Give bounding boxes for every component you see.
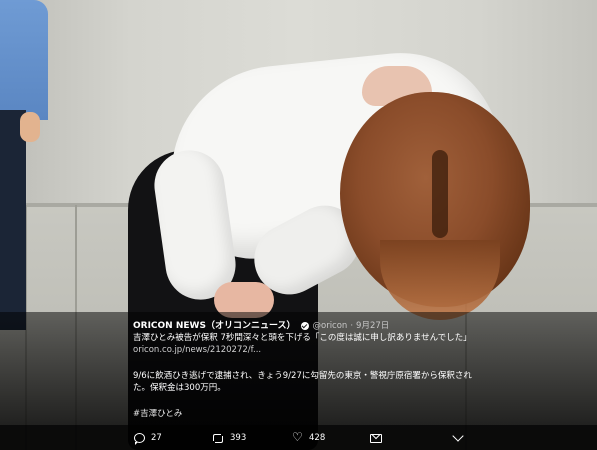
tweet-hashtag[interactable]: #吉澤ひとみ bbox=[133, 408, 573, 420]
reply-button[interactable]: 27 bbox=[134, 431, 162, 445]
like-icon bbox=[292, 430, 303, 444]
tweet-link[interactable]: oricon.co.jp/news/2120272/f... bbox=[133, 344, 573, 356]
tweet-text-line: た。保釈金は300万円。 bbox=[133, 383, 226, 393]
person-hair-tips bbox=[380, 240, 500, 320]
verified-icon bbox=[300, 321, 309, 330]
reply-count: 27 bbox=[151, 433, 162, 443]
direct-message-button[interactable] bbox=[370, 431, 382, 445]
mail-icon bbox=[370, 433, 382, 443]
media-viewer: ORICON NEWS（オリコンニュース） @oricon · 9月27日 吉澤… bbox=[0, 0, 597, 450]
separator-dot: · bbox=[350, 320, 354, 331]
tweet-text-line: 吉澤ひとみ被告が保釈 7秒間深々と頭を下げる「この度は誠に申し訳ありませんでした… bbox=[133, 333, 472, 343]
person-hair-part bbox=[432, 150, 448, 238]
tweet-timestamp[interactable]: 9月27日 bbox=[356, 320, 389, 332]
retweet-button[interactable]: 393 bbox=[212, 431, 246, 445]
like-count: 428 bbox=[309, 433, 326, 443]
chevron-down-icon bbox=[452, 430, 464, 442]
retweet-count: 393 bbox=[230, 433, 247, 443]
author-display-name[interactable]: ORICON NEWS（オリコンニュース） bbox=[133, 320, 296, 332]
reply-icon bbox=[134, 433, 145, 445]
more-menu-button[interactable] bbox=[452, 430, 464, 445]
tweet-header: ORICON NEWS（オリコンニュース） @oricon · 9月27日 bbox=[133, 319, 573, 332]
tweet-body: ORICON NEWS（オリコンニュース） @oricon · 9月27日 吉澤… bbox=[133, 319, 573, 420]
tweet-text-line: 9/6に飲酒ひき逃げで逮捕され、きょう9/27に勾留先の東京・警視庁原宿署から保… bbox=[133, 371, 472, 381]
retweet-icon bbox=[212, 433, 224, 443]
author-handle[interactable]: @oricon bbox=[313, 320, 348, 332]
tweet-action-bar: 27 393 428 bbox=[0, 425, 597, 450]
like-button[interactable]: 428 bbox=[292, 430, 326, 445]
tweet-caption-overlay: ORICON NEWS（オリコンニュース） @oricon · 9月27日 吉澤… bbox=[0, 312, 597, 425]
